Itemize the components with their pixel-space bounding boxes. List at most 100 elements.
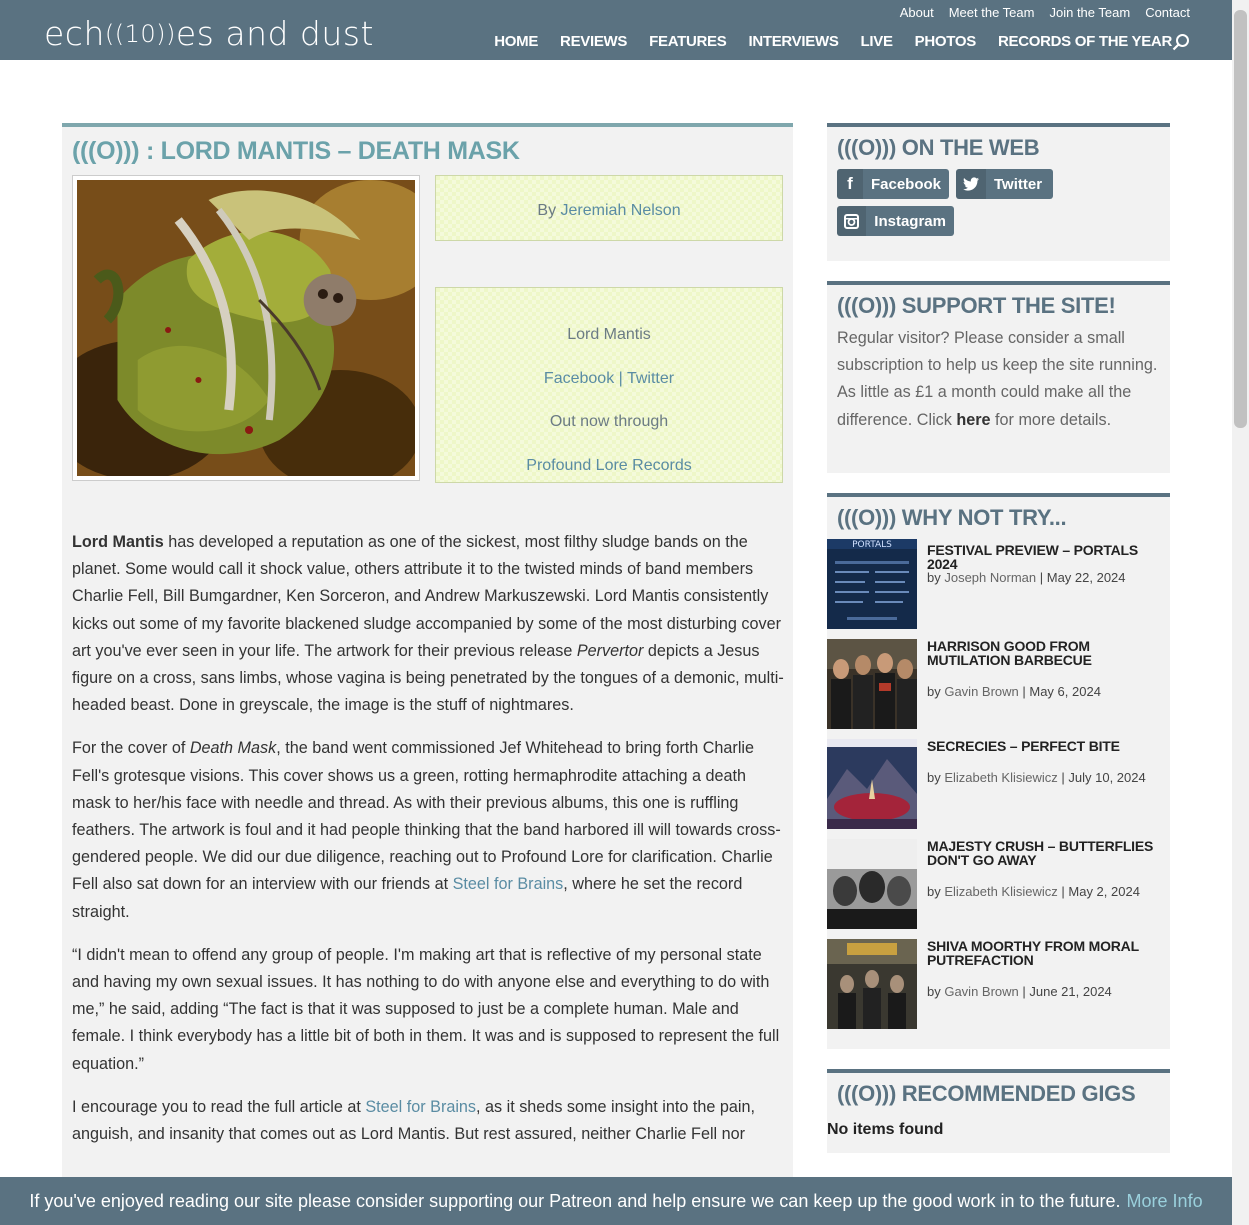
nav-interviews[interactable]: INTERVIEWS bbox=[748, 33, 838, 50]
article-body: Lord Mantis has developed a reputation a… bbox=[72, 529, 786, 1164]
band-twitter-link[interactable]: Twitter bbox=[627, 370, 674, 387]
why-item-meta: by Joseph Norman | May 22, 2024 bbox=[927, 570, 1126, 585]
top-link-join-team[interactable]: Join the Team bbox=[1049, 5, 1130, 20]
paragraph-3-quote: “I didn't mean to offend any group of pe… bbox=[72, 945, 780, 1073]
search-icon[interactable] bbox=[1172, 33, 1190, 51]
steel-for-brains-link[interactable]: Steel for Brains bbox=[453, 875, 564, 893]
why-item-thumbnail[interactable] bbox=[827, 839, 917, 929]
author-prefix: By bbox=[537, 202, 561, 219]
widget-title-support: (((O))) SUPPORT THE SITE! bbox=[837, 293, 1116, 318]
why-item-title[interactable]: FESTIVAL PREVIEW – PORTALS 2024 bbox=[927, 543, 1170, 571]
why-item-title[interactable]: MAJESTY CRUSH – BUTTERFLIES DON'T GO AWA… bbox=[927, 839, 1170, 867]
facebook-icon: f bbox=[837, 169, 863, 199]
why-item-title[interactable]: SHIVA MOORTHY FROM MORAL PUTREFACTION bbox=[927, 939, 1170, 967]
why-item-date: May 2, 2024 bbox=[1068, 884, 1140, 899]
paragraph-1: Lord Mantis has developed a reputation a… bbox=[72, 529, 786, 719]
paragraph-4-text-a: I encourage you to read the full article… bbox=[72, 1097, 366, 1116]
widget-title-recommended-gigs: (((O))) RECOMMENDED GIGS bbox=[837, 1081, 1136, 1106]
out-now-label: Out now through bbox=[549, 413, 669, 430]
album-cover-image bbox=[72, 175, 420, 481]
twitter-button[interactable]: Twitter bbox=[956, 169, 1053, 199]
why-item-meta: by Elizabeth Klisiewicz | May 2, 2024 bbox=[927, 884, 1140, 899]
why-item-author[interactable]: Gavin Brown bbox=[944, 684, 1018, 699]
svg-text:PORTALS: PORTALS bbox=[852, 540, 892, 550]
top-link-contact[interactable]: Contact bbox=[1145, 5, 1190, 20]
band-facebook-link[interactable]: Facebook bbox=[544, 370, 614, 387]
gigs-empty-message: No items found bbox=[827, 1121, 944, 1138]
facebook-button[interactable]: f Facebook bbox=[837, 169, 949, 199]
widget-support-the-site: (((O))) SUPPORT THE SITE! Regular visito… bbox=[827, 281, 1170, 473]
support-here-label: here bbox=[956, 410, 991, 429]
instagram-button-label: Instagram bbox=[874, 212, 946, 230]
support-text: Regular visitor? Please consider a small… bbox=[827, 319, 1170, 434]
facebook-button-label: Facebook bbox=[870, 175, 941, 193]
why-item-date: May 6, 2024 bbox=[1029, 684, 1101, 699]
why-item[interactable]: MAJESTY CRUSH – BUTTERFLIES DON'T GO AWA… bbox=[827, 839, 1170, 929]
widget-why-not-try: (((O))) WHY NOT TRY... PORTALS FESTIVAL … bbox=[827, 493, 1170, 1049]
band-name: Lord Mantis bbox=[567, 326, 651, 343]
widget-on-the-web: (((O))) ON THE WEB f Facebook Twitter Ins… bbox=[827, 123, 1170, 261]
article-title: (((O))) : LORD MANTIS – DEATH MASK bbox=[72, 137, 520, 165]
page-scrollbar[interactable] bbox=[1232, 0, 1249, 1225]
why-item-pipe: | bbox=[1018, 684, 1030, 699]
instagram-icon bbox=[837, 206, 867, 236]
paragraph-2-text-b: , the band went commissioned Jef Whitehe… bbox=[72, 739, 781, 894]
scrollbar-thumb[interactable] bbox=[1234, 10, 1247, 428]
why-item-thumbnail[interactable] bbox=[827, 939, 917, 1029]
why-item-meta: by Gavin Brown | June 21, 2024 bbox=[927, 984, 1112, 999]
why-item-thumbnail[interactable]: PORTALS bbox=[827, 539, 917, 629]
main-nav: HOME REVIEWS FEATURES INTERVIEWS LIVE PH… bbox=[494, 33, 1172, 50]
why-item-by: by bbox=[927, 570, 945, 585]
why-item[interactable]: SHIVA MOORTHY FROM MORAL PUTREFACTION by… bbox=[827, 939, 1170, 1029]
why-item-by: by bbox=[927, 884, 945, 899]
nav-features[interactable]: FEATURES bbox=[649, 33, 727, 50]
nav-reviews[interactable]: REVIEWS bbox=[560, 33, 627, 50]
record-label-link[interactable]: Profound Lore Records bbox=[526, 457, 691, 474]
why-item-date: June 21, 2024 bbox=[1029, 984, 1112, 999]
site-logo[interactable]: ech((10))es and dust bbox=[44, 14, 374, 53]
why-item-thumbnail[interactable] bbox=[827, 739, 917, 829]
support-here-link[interactable]: here bbox=[956, 411, 990, 429]
author-box: By Jeremiah Nelson bbox=[435, 175, 783, 241]
widget-title-why-not-try: (((O))) WHY NOT TRY... bbox=[837, 505, 1067, 530]
widget-recommended-gigs: (((O))) RECOMMENDED GIGS No items found bbox=[827, 1069, 1170, 1153]
nav-home[interactable]: HOME bbox=[494, 33, 538, 50]
why-item-author[interactable]: Joseph Norman bbox=[944, 570, 1036, 585]
site-header: ech((10))es and dust About Meet the Team… bbox=[0, 0, 1232, 60]
why-item-pipe: | bbox=[1036, 570, 1047, 585]
top-link-meet-team[interactable]: Meet the Team bbox=[949, 5, 1035, 20]
why-item-title[interactable]: SECRECIES – PERFECT BITE bbox=[927, 739, 1170, 753]
why-item-date: May 22, 2024 bbox=[1046, 570, 1126, 585]
why-item-title[interactable]: HARRISON GOOD FROM MUTILATION BARBECUE bbox=[927, 639, 1170, 667]
article: (((O))) : LORD MANTIS – DEATH MASK By Je… bbox=[62, 123, 793, 1225]
why-item[interactable]: SECRECIES – PERFECT BITE by Elizabeth Kl… bbox=[827, 739, 1170, 829]
author-link[interactable]: Jeremiah Nelson bbox=[561, 202, 681, 219]
steel-for-brains-link-2[interactable]: Steel for Brains bbox=[365, 1098, 476, 1116]
paragraph-1-text-a: has developed a reputation as one of the… bbox=[72, 533, 782, 660]
twitter-icon bbox=[956, 169, 986, 199]
nav-live[interactable]: LIVE bbox=[861, 33, 893, 50]
why-item-author[interactable]: Elizabeth Klisiewicz bbox=[944, 770, 1057, 785]
why-item-meta: by Elizabeth Klisiewicz | July 10, 2024 bbox=[927, 770, 1146, 785]
why-item[interactable]: HARRISON GOOD FROM MUTILATION BARBECUE b… bbox=[827, 639, 1170, 729]
why-item[interactable]: PORTALS FESTIVAL PREVIEW – PORTALS 2024 … bbox=[827, 539, 1170, 629]
pervertor-italic: Pervertor bbox=[576, 641, 644, 660]
paragraph-4: I encourage you to read the full article… bbox=[72, 1094, 786, 1148]
nav-photos[interactable]: PHOTOS bbox=[915, 33, 977, 50]
paragraph-2: For the cover of Death Mask, the band we… bbox=[72, 735, 786, 925]
why-item-meta: by Gavin Brown | May 6, 2024 bbox=[927, 684, 1101, 699]
instagram-button[interactable]: Instagram bbox=[837, 206, 954, 236]
why-item-author[interactable]: Elizabeth Klisiewicz bbox=[944, 884, 1057, 899]
death-mask-italic: Death Mask bbox=[189, 739, 277, 758]
why-item-pipe: | bbox=[1018, 984, 1030, 999]
patreon-banner: If you've enjoyed reading our site pleas… bbox=[0, 1177, 1232, 1225]
why-item-pipe: | bbox=[1057, 884, 1069, 899]
why-item-author[interactable]: Gavin Brown bbox=[944, 984, 1018, 999]
why-item-by: by bbox=[927, 770, 945, 785]
banner-more-info-link[interactable]: More Info bbox=[1127, 1191, 1203, 1212]
band-name-bold: Lord Mantis bbox=[72, 533, 164, 551]
nav-records-of-the-year[interactable]: RECORDS OF THE YEAR bbox=[998, 33, 1172, 50]
paragraph-2-text-a: For the cover of bbox=[72, 739, 190, 758]
top-link-about[interactable]: About bbox=[900, 5, 934, 20]
why-item-thumbnail[interactable] bbox=[827, 639, 917, 729]
